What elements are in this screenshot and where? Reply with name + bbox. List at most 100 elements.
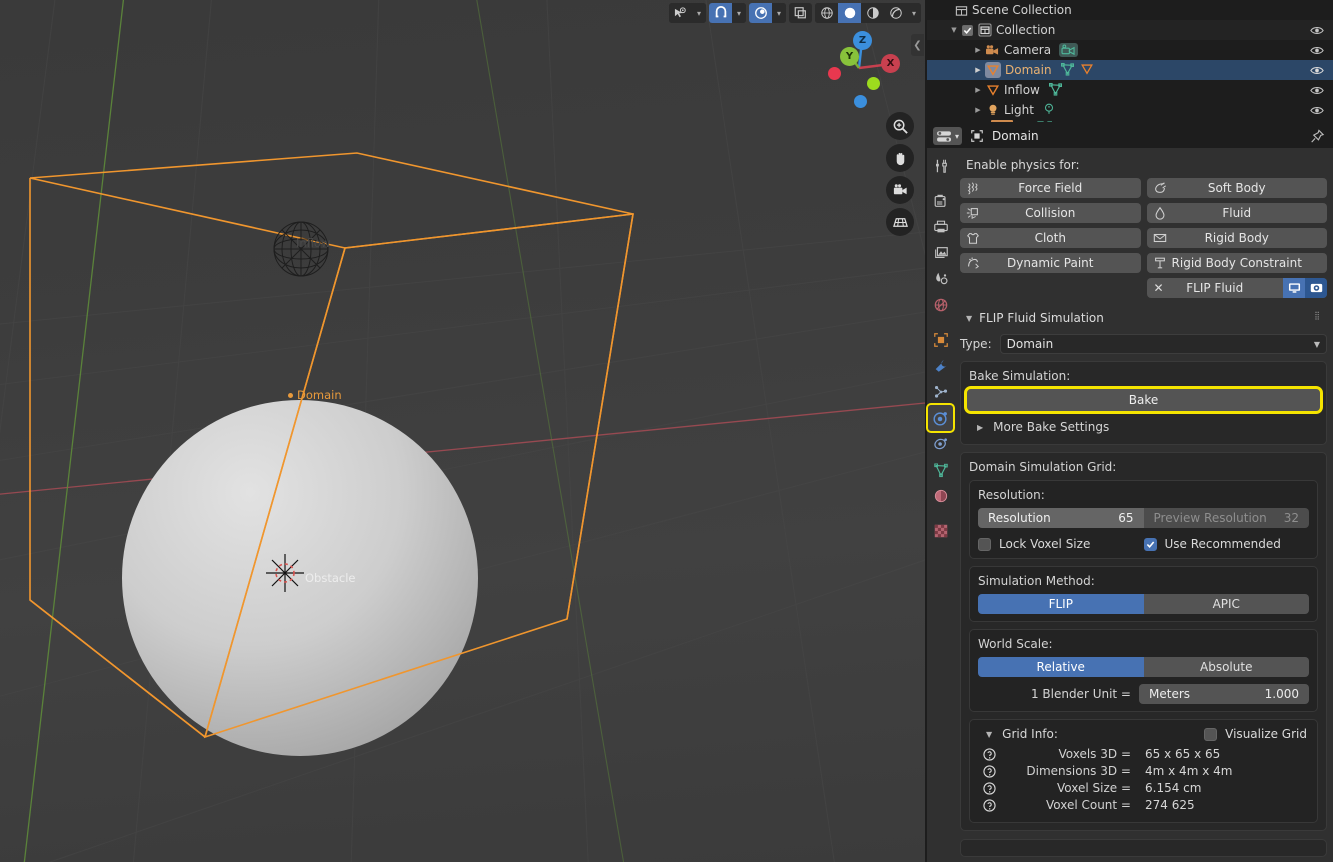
camera-render-icon[interactable] (1305, 278, 1327, 298)
cloth-button[interactable]: Cloth (960, 228, 1141, 248)
expand-arrow-icon[interactable]: ▶ (977, 423, 983, 432)
snap-toggle-group[interactable]: ▾ (709, 3, 746, 23)
help-icon[interactable] (978, 798, 1000, 812)
camera-data-icon[interactable] (1059, 43, 1079, 57)
relative-option[interactable]: Relative (978, 657, 1144, 677)
disclosure-triangle-icon[interactable]: ▼ (949, 20, 959, 40)
bake-button[interactable]: Bake (967, 389, 1320, 411)
mesh-data-icon[interactable] (1048, 82, 1063, 99)
drag-grip-icon[interactable]: ⣿ (1314, 312, 1321, 320)
visualize-grid-group[interactable]: Visualize Grid (1204, 727, 1307, 741)
flip-fluid-row[interactable]: ✕ FLIP Fluid (1146, 278, 1327, 298)
expand-arrow-icon[interactable]: ▶ (973, 100, 983, 120)
outliner-data-badges[interactable] (1048, 82, 1063, 99)
type-row[interactable]: Type: Domain ▼ (960, 334, 1327, 354)
expand-arrow-icon[interactable]: ▶ (973, 40, 983, 60)
visibility-eye-icon[interactable] (1310, 80, 1324, 100)
flip-option[interactable]: FLIP (978, 594, 1144, 614)
physics-buttons-grid[interactable]: Force Field Soft Body Collision Fluid Cl… (960, 178, 1327, 273)
simulation-method-toggle[interactable]: FLIP APIC (978, 594, 1309, 614)
gizmo-axis-z-neg[interactable] (854, 95, 867, 108)
chevron-down-icon[interactable]: ▾ (907, 3, 921, 23)
property-tab-column[interactable] (926, 148, 955, 862)
tab-particles[interactable] (928, 379, 953, 405)
camera-icon[interactable] (886, 176, 914, 204)
preview-resolution-field[interactable]: Preview Resolution 32 (1143, 508, 1309, 528)
chevron-down-icon[interactable]: ▾ (692, 3, 706, 23)
tab-object[interactable] (928, 327, 953, 353)
apic-option[interactable]: APIC (1143, 594, 1309, 614)
navigation-gizmo[interactable]: Z Y X (817, 24, 901, 108)
tab-world[interactable] (928, 292, 953, 318)
expand-arrow-icon[interactable]: ▶ (973, 80, 983, 100)
fluid-button[interactable]: Fluid (1146, 203, 1327, 223)
outliner-row-scene-collection[interactable]: Scene Collection (927, 0, 1333, 20)
pin-icon[interactable] (1310, 128, 1325, 144)
mesh-data-icon[interactable] (1060, 62, 1075, 79)
gizmo-axis-x[interactable]: X (881, 54, 900, 73)
outliner-data-badges[interactable] (1042, 102, 1056, 119)
chevron-down-icon[interactable]: ▾ (772, 3, 786, 23)
force-field-button[interactable]: Force Field (960, 178, 1141, 198)
type-dropdown[interactable]: Domain ▼ (999, 334, 1327, 354)
chevron-down-icon[interactable]: ▾ (732, 3, 746, 23)
outliner-data-badges[interactable] (1060, 62, 1094, 79)
collection-checkbox[interactable] (962, 24, 973, 36)
expand-arrow-icon[interactable]: ▶ (973, 60, 983, 80)
tab-render[interactable] (928, 188, 953, 214)
outliner-row-collection[interactable]: ▼ Collection (927, 20, 1333, 40)
visibility-eye-icon[interactable] (1310, 60, 1324, 80)
properties-content[interactable]: Enable physics for: Force Field Soft Bod… (954, 148, 1333, 862)
rendered-shading-icon[interactable] (884, 3, 907, 23)
lock-voxel-size-checkbox-group[interactable]: Lock Voxel Size (978, 537, 1144, 551)
gizmo-axis-z[interactable]: Z (853, 31, 872, 50)
x-icon[interactable]: ✕ (1154, 281, 1164, 295)
grid-icon[interactable] (886, 208, 914, 236)
tab-output[interactable] (928, 214, 953, 240)
visibility-dropdown[interactable]: ▾ (669, 3, 706, 23)
dynamic-paint-button[interactable]: Dynamic Paint (960, 253, 1141, 273)
absolute-option[interactable]: Absolute (1143, 657, 1309, 677)
viewport-header-toolbar[interactable]: ▾ ▾ ▾ ▾ (669, 2, 921, 24)
solid-shading-icon[interactable] (838, 3, 861, 23)
visualize-grid-checkbox[interactable] (1204, 727, 1218, 741)
modifier-icon[interactable] (1080, 62, 1094, 79)
resolution-slider-pair[interactable]: Resolution 65 Preview Resolution 32 (978, 508, 1309, 528)
rigid-body-constraint-button[interactable]: Rigid Body Constraint (1146, 253, 1327, 273)
visibility-eye-icon[interactable] (1310, 120, 1324, 122)
world-scale-toggle[interactable]: Relative Absolute (978, 657, 1309, 677)
properties-header[interactable]: ▾ Domain (927, 124, 1333, 148)
outliner-row-light[interactable]: ▶ Light (927, 100, 1333, 120)
lock-voxel-size-checkbox[interactable] (978, 537, 991, 551)
soft-body-button[interactable]: Soft Body (1146, 178, 1327, 198)
outliner-row-camera[interactable]: ▶ Camera (927, 40, 1333, 60)
tab-view-layer[interactable] (928, 240, 953, 266)
panel-header[interactable]: ▼ FLIP Fluid Simulation ⣿ (960, 308, 1327, 328)
outliner-data-badges[interactable] (1059, 43, 1079, 57)
grid-info-header[interactable]: ▼ Grid Info: Visualize Grid (978, 727, 1309, 741)
outliner-row-inflow[interactable]: ▶ Inflow (927, 80, 1333, 100)
flip-fluid-simulation-panel[interactable]: ▼ FLIP Fluid Simulation ⣿ Type: Domain ▼… (960, 308, 1327, 831)
properties-editor[interactable]: ▾ Domain Enable physics for: Force Field… (926, 124, 1333, 862)
tab-physics[interactable] (926, 403, 955, 433)
visibility-eye-icon[interactable] (1310, 100, 1324, 120)
tab-tool[interactable] (928, 153, 953, 179)
help-icon[interactable] (978, 764, 1000, 778)
proportional-icon[interactable] (749, 3, 772, 23)
eye-cursor-icon[interactable] (669, 3, 692, 23)
help-icon[interactable] (978, 747, 1000, 761)
resolution-field[interactable]: Resolution 65 (978, 508, 1144, 528)
sidebar-collapse-arrow[interactable]: ❮ (911, 34, 924, 56)
viewport-nav-tools[interactable] (886, 112, 914, 236)
tab-modifiers[interactable] (928, 353, 953, 379)
visibility-eye-icon[interactable] (1310, 20, 1324, 40)
unit-value-field[interactable]: Meters 1.000 (1139, 684, 1309, 704)
visibility-eye-icon[interactable] (1310, 40, 1324, 60)
3d-viewport[interactable]: Inflow Domain Obstacle ▾ ▾ ▾ ▾ Z Y X ❮ (0, 0, 925, 862)
use-recommended-checkbox-group[interactable]: Use Recommended (1143, 537, 1310, 551)
shading-mode-group[interactable]: ▾ (815, 3, 921, 23)
outliner-row-partial[interactable] (927, 120, 1333, 122)
tab-texture[interactable] (928, 518, 953, 544)
magnet-icon[interactable] (709, 3, 732, 23)
gizmo-axis-y-neg[interactable] (867, 77, 880, 90)
